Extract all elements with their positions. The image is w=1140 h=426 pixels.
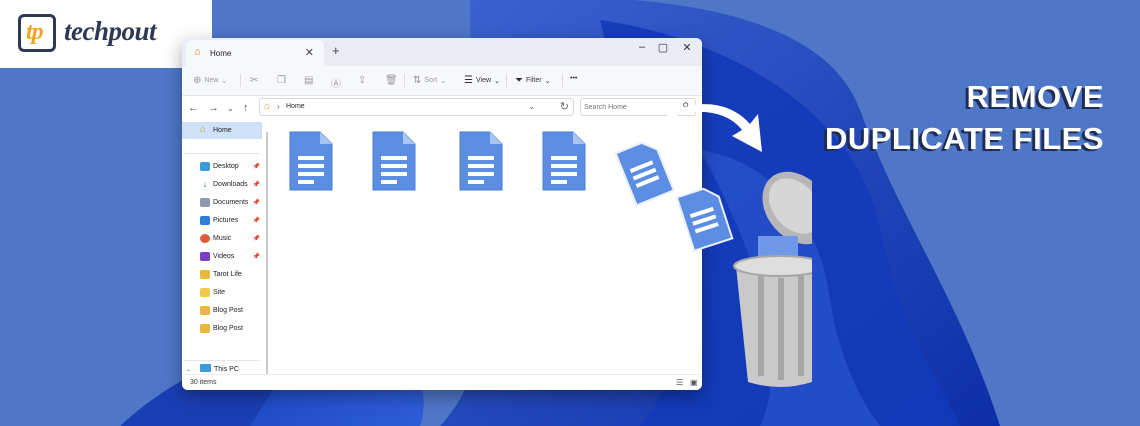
maximize-button[interactable]: ▢ xyxy=(653,41,673,54)
command-bar: ⊕ New ⌄ ✂ ❐ ▤ Ⓐ ⇪ 🗑 ⇅ Sort ⌄ ☰ View ⌄ ⏷ Filter ⌄… xyxy=(182,66,702,96)
chevron-down-icon[interactable]: ⌄ xyxy=(528,102,535,111)
filter-icon: ⏷ xyxy=(515,75,523,86)
toolbar-divider xyxy=(240,74,241,87)
pin-icon: 📌 xyxy=(252,164,260,170)
more-options-button[interactable]: ••• xyxy=(570,75,577,82)
sidebar-scrollbar[interactable] xyxy=(266,132,268,390)
sidebar-item-site[interactable]: Site xyxy=(200,287,264,301)
sidebar-item-tarot-life[interactable]: Tarot Life xyxy=(200,269,264,283)
copy-icon: ❐ xyxy=(277,75,286,86)
toolbar-divider xyxy=(404,74,405,87)
chevron-down-icon[interactable]: ⌄ xyxy=(186,366,196,373)
trash-icon: 🗑 xyxy=(385,75,398,86)
tab-home[interactable]: ⌂ Home ✕ xyxy=(186,40,324,66)
item-count: 30 items xyxy=(190,379,217,386)
videos-icon xyxy=(200,252,210,261)
downloads-icon: ↓ xyxy=(202,179,208,189)
pin-icon: 📌 xyxy=(252,200,260,206)
document-file[interactable] xyxy=(541,130,587,192)
paste-icon: ▤ xyxy=(304,75,314,86)
sidebar-item-downloads[interactable]: ↓ Downloads 📌 xyxy=(200,179,264,193)
sidebar-divider xyxy=(184,153,260,154)
document-file[interactable] xyxy=(288,130,334,192)
pictures-icon xyxy=(200,216,210,225)
title-bar: ⌂ Home ✕ + – ▢ ✕ xyxy=(182,38,702,66)
home-icon: ⌂ xyxy=(200,124,207,135)
chevron-right-icon: › xyxy=(277,102,280,111)
folder-icon xyxy=(200,288,210,297)
sidebar-item-home[interactable]: ⌂ Home xyxy=(182,122,262,139)
address-location: Home xyxy=(286,103,305,110)
cut-icon: ✂ xyxy=(250,75,259,86)
filter-button[interactable]: ⏷ Filter ⌄ xyxy=(515,75,550,86)
toolbar-divider xyxy=(506,74,507,87)
logo-mark: tp xyxy=(18,14,56,52)
pc-icon xyxy=(200,364,211,372)
delete-button[interactable]: 🗑 xyxy=(385,75,398,86)
new-button[interactable]: ⊕ New ⌄ xyxy=(193,75,227,86)
plus-circle-icon: ⊕ xyxy=(193,75,202,86)
sidebar-item-blog-post-2[interactable]: Blog Post xyxy=(200,323,264,337)
pin-icon: 📌 xyxy=(252,254,260,260)
sidebar-divider xyxy=(184,360,260,361)
brand-name: techpout xyxy=(64,16,157,46)
navigation-pane: ⌂ Home Desktop 📌 ↓ Downloads 📌 Documents… xyxy=(182,122,264,374)
sidebar-item-desktop[interactable]: Desktop 📌 xyxy=(200,161,264,175)
sidebar-item-pictures[interactable]: Pictures 📌 xyxy=(200,215,264,229)
sidebar-item-this-pc[interactable]: ⌄ This PC xyxy=(186,364,239,373)
new-tab-button[interactable]: + xyxy=(332,43,340,58)
document-file[interactable] xyxy=(371,130,417,192)
desktop-icon xyxy=(200,162,210,171)
close-tab-icon[interactable]: ✕ xyxy=(305,46,314,59)
minimize-button[interactable]: – xyxy=(632,41,652,53)
trash-can-icon xyxy=(733,171,812,387)
folder-icon xyxy=(200,306,210,315)
refresh-icon[interactable]: ↻ xyxy=(560,100,569,113)
pin-icon: 📌 xyxy=(252,236,260,242)
headline-line-2: DUPLICATE FILES xyxy=(824,121,1104,156)
close-window-button[interactable]: ✕ xyxy=(677,41,697,54)
home-icon: ⌂ xyxy=(264,101,271,112)
brand-logo[interactable]: tp techpout xyxy=(0,0,212,68)
curved-arrow-icon xyxy=(646,104,762,152)
sidebar-item-music[interactable]: Music 📌 xyxy=(200,233,264,247)
sidebar-item-documents[interactable]: Documents 📌 xyxy=(200,197,264,211)
address-field[interactable]: ⌂ › Home ⌄ ↻ xyxy=(259,98,574,116)
duplicate-removal-illustration xyxy=(614,104,812,387)
tab-label: Home xyxy=(210,49,232,58)
rename-icon: Ⓐ xyxy=(331,79,341,90)
up-icon[interactable]: ↑ xyxy=(243,102,249,114)
view-icon: ☰ xyxy=(464,75,473,86)
document-file[interactable] xyxy=(458,130,504,192)
view-button[interactable]: ☰ View ⌄ xyxy=(464,75,500,86)
flying-document-icon xyxy=(614,141,676,207)
sort-button[interactable]: ⇅ Sort ⌄ xyxy=(413,75,446,86)
headline-line-1: REMOVE xyxy=(966,79,1104,114)
share-button[interactable]: ⇪ xyxy=(358,75,366,86)
copy-button[interactable]: ❐ xyxy=(277,75,286,86)
pin-icon: 📌 xyxy=(252,218,260,224)
sidebar-item-blog-post[interactable]: Blog Post xyxy=(200,305,264,319)
sidebar-item-videos[interactable]: Videos 📌 xyxy=(200,251,264,265)
recent-dropdown-icon[interactable]: ⌄ xyxy=(227,104,234,113)
sort-icon: ⇅ xyxy=(413,75,422,86)
back-icon[interactable]: ← xyxy=(188,102,199,114)
folder-icon xyxy=(200,324,210,333)
flying-document-icon xyxy=(675,187,734,252)
music-icon xyxy=(200,234,210,243)
pin-icon: 📌 xyxy=(252,182,260,188)
paste-button[interactable]: ▤ xyxy=(304,75,313,86)
rename-button[interactable]: Ⓐ xyxy=(331,75,341,90)
headline: REMOVE DUPLICATE FILES xyxy=(825,76,1104,160)
documents-icon xyxy=(200,198,210,207)
folder-icon xyxy=(200,270,210,279)
forward-icon[interactable]: → xyxy=(208,102,219,114)
toolbar-divider xyxy=(562,74,563,87)
share-icon: ⇪ xyxy=(358,75,367,86)
cut-button[interactable]: ✂ xyxy=(250,75,258,86)
home-icon: ⌂ xyxy=(194,46,201,58)
